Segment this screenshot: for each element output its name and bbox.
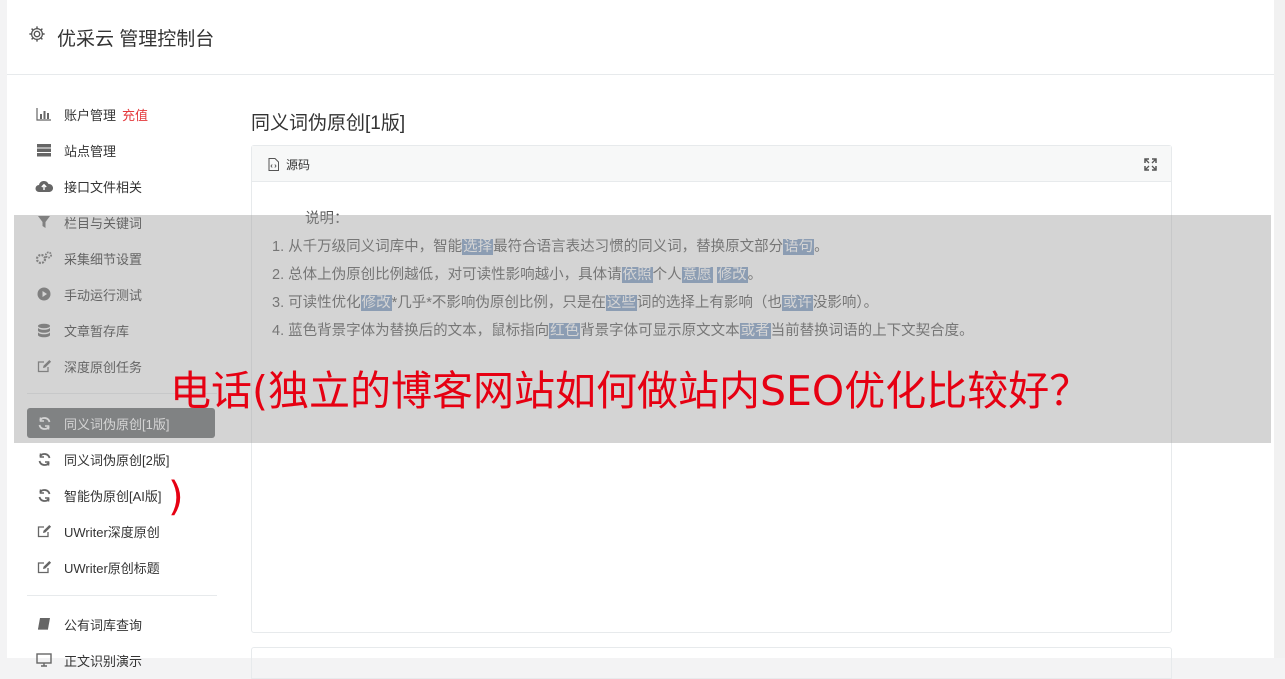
sidebar-item-ai-pseudo[interactable]: 智能伪原创[AI版] <box>35 480 215 510</box>
sidebar-item-interface[interactable]: 接口文件相关 <box>35 171 215 201</box>
sidebar-item-sites[interactable]: 站点管理 <box>35 135 215 165</box>
edit-icon <box>35 523 53 539</box>
edit-icon <box>35 559 53 575</box>
sidebar-item-account[interactable]: 账户管理 充值 <box>35 99 215 129</box>
sidebar-item-label: 公有词库查询 <box>64 617 143 633</box>
refresh-icon <box>35 451 53 467</box>
sidebar-item-label: UWriter深度原创 <box>64 524 160 540</box>
sidebar-item-label: UWriter原创标题 <box>64 560 160 576</box>
sidebar-item-label: 站点管理 <box>64 143 117 159</box>
top-header: 优采云 管理控制台 <box>7 0 1274 75</box>
sidebar-item-text-recognition[interactable]: 正文识别演示 <box>35 645 215 675</box>
sidebar-item-label: 接口文件相关 <box>64 179 143 195</box>
app-title: 优采云 管理控制台 <box>57 29 215 50</box>
code-file-icon <box>268 158 279 171</box>
sidebar-item-label: 正文识别演示 <box>64 653 143 669</box>
book-icon <box>35 616 53 632</box>
sidebar-item-public-dict[interactable]: 公有词库查询 <box>35 609 215 639</box>
sidebar-divider <box>27 595 217 596</box>
page-title: 同义词伪原创[1版] <box>251 113 406 134</box>
sidebar-item-uwriter-title[interactable]: UWriter原创标题 <box>35 552 215 582</box>
cloud-upload-icon <box>35 178 53 194</box>
sidebar-item-label: 同义词伪原创[2版] <box>64 452 170 468</box>
expand-icon[interactable] <box>1144 158 1157 171</box>
server-icon <box>35 142 53 158</box>
sidebar-item-uwriter-deep[interactable]: UWriter深度原创 <box>35 516 215 546</box>
source-box-header: 源码 <box>252 146 1171 182</box>
source-box-label: 源码 <box>286 158 311 172</box>
sidebar-item-label: 账户管理 <box>64 107 117 123</box>
overlay-paren: ) <box>168 474 184 520</box>
overlay-headline: 电话(独立的博客网站如何做站内SEO优化比较好？ <box>170 367 1091 415</box>
gear-icon <box>29 26 45 42</box>
desktop-icon <box>35 652 53 668</box>
sidebar-item-synonym-v2[interactable]: 同义词伪原创[2版] <box>35 444 215 474</box>
recharge-link[interactable]: 充值 <box>122 105 148 124</box>
page-scrollbar[interactable] <box>1274 0 1285 658</box>
sidebar-item-label: 智能伪原创[AI版] <box>64 488 162 504</box>
refresh-icon <box>35 487 53 503</box>
bar-chart-icon <box>35 106 53 122</box>
result-box <box>251 647 1172 679</box>
